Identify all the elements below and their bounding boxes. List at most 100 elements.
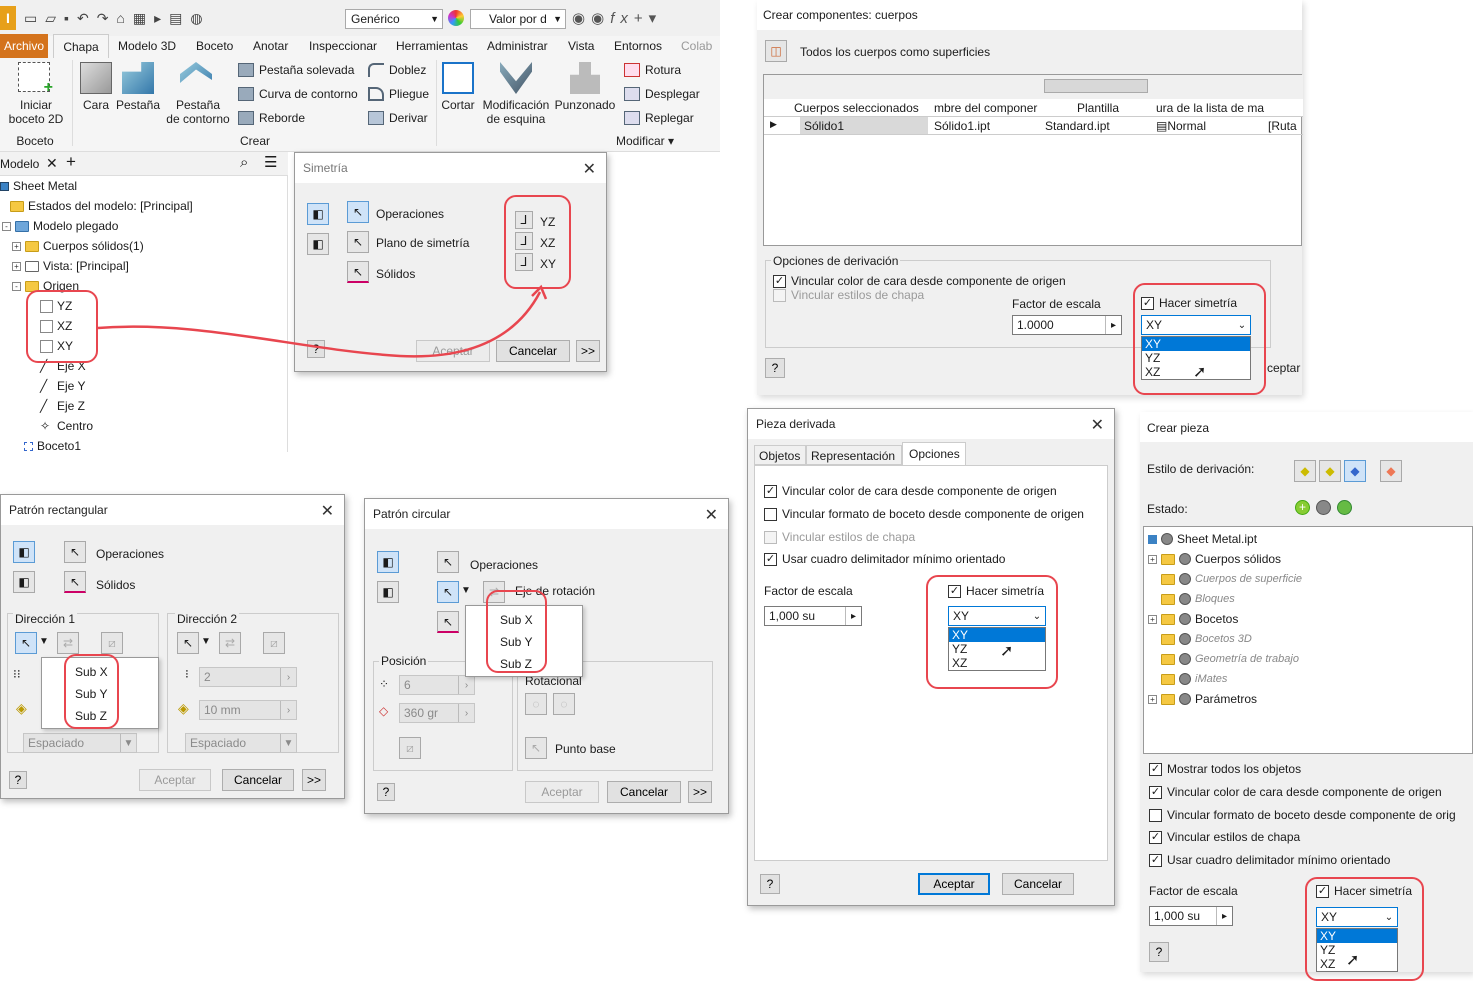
column-resize-icon[interactable]	[1044, 79, 1148, 93]
direction2-label: Dirección 2	[175, 612, 240, 626]
scale-factor-input[interactable]: 1.0000 ▸	[1012, 315, 1122, 335]
solids-select-icon[interactable]: ↖	[64, 571, 86, 593]
link-color-check[interactable]: ✓ Vincular color de cara desde componente…	[1149, 785, 1442, 799]
solids-mode-icon[interactable]: ◧	[377, 581, 399, 603]
ok-button[interactable]: Aceptar	[525, 781, 599, 803]
cancel-button[interactable]: Cancelar	[1002, 873, 1074, 895]
close-icon[interactable]: ✕	[1091, 415, 1104, 435]
angle-input[interactable]: 360 gr ›	[399, 703, 475, 723]
ok-button[interactable]: ceptar	[1267, 361, 1300, 375]
spacing-icon: ◈	[16, 700, 27, 716]
close-icon[interactable]: ✕	[321, 501, 334, 521]
midplane-icon[interactable]: ⧄	[101, 632, 123, 654]
expand-button[interactable]: >>	[688, 781, 712, 803]
derivation-style-label: Estilo de derivación:	[1147, 462, 1255, 476]
highlight-rect-menu	[64, 654, 119, 729]
style-option-4-icon[interactable]: ◆	[1380, 460, 1402, 482]
position-label: Posición	[379, 654, 429, 668]
dialog-title: Patrón circular	[373, 507, 451, 521]
axis-select-icon[interactable]: ↖	[437, 581, 459, 603]
expand-button[interactable]: >>	[302, 769, 326, 791]
dialog-title: Pieza derivada	[756, 417, 836, 431]
count2-input[interactable]: 2 ›	[199, 667, 297, 687]
table-row[interactable]: ▶ Sólido1 Sólido1.ipt Standard.ipt ▤Norm…	[764, 117, 1303, 135]
ok-button[interactable]: Aceptar	[918, 873, 990, 895]
spacing1-select[interactable]: Espaciado ▼	[23, 733, 137, 753]
help-button[interactable]: ?	[760, 874, 780, 894]
column-header[interactable]: ura de la lista de ma	[1156, 101, 1268, 115]
operations-select-icon[interactable]: ↖	[437, 551, 459, 573]
link-styles-check[interactable]: Vincular estilos de chapa	[773, 288, 924, 302]
state-exclude-icon[interactable]	[1316, 500, 1331, 515]
scale-factor-label: Factor de escala	[1012, 297, 1101, 311]
direction1-select-icon[interactable]: ↖	[15, 632, 37, 654]
tab-objetos[interactable]: Objetos	[754, 445, 806, 465]
link-sketch-format-check[interactable]: Vincular formato de boceto desde compone…	[1149, 808, 1456, 822]
tree-item[interactable]: Sheet Metal.ipt	[1148, 529, 1302, 549]
count-icon: ⁝⁝	[13, 667, 21, 681]
state-include-icon[interactable]: +	[1295, 500, 1310, 515]
flip-icon[interactable]: ⇄	[57, 632, 79, 654]
help-button[interactable]: ?	[765, 358, 785, 378]
min-bbox-check[interactable]: ✓ Usar cuadro delimitador mínimo orientad…	[1149, 853, 1390, 867]
midplane-icon[interactable]: ⧄	[399, 737, 421, 759]
column-header[interactable]: Plantilla	[1077, 101, 1119, 115]
min-bbox-check[interactable]: ✓ Usar cuadro delimitador mínimo orientad…	[764, 552, 1005, 566]
tree-item[interactable]: + Bocetos	[1148, 609, 1302, 629]
rotation-option2-icon[interactable]: ◌	[553, 693, 575, 715]
tree-item[interactable]: Geometría de trabajo	[1148, 649, 1302, 669]
close-icon[interactable]: ✕	[705, 505, 718, 525]
tree-item[interactable]: iMates	[1148, 669, 1302, 689]
midplane-icon[interactable]: ⧄	[263, 632, 285, 654]
angle-icon: ◇	[379, 704, 389, 718]
tab-representacion[interactable]: Representación	[806, 445, 902, 465]
spacing2-select[interactable]: Espaciado ▼	[185, 733, 297, 753]
help-button[interactable]: ?	[377, 783, 395, 801]
state-mixed-icon[interactable]	[1337, 500, 1352, 515]
tree-item[interactable]: Cuerpos de superficie	[1148, 569, 1302, 589]
solids-mode-icon[interactable]: ◧	[13, 571, 35, 593]
tree-item[interactable]: + Parámetros	[1148, 689, 1302, 709]
link-styles-check[interactable]: ✓ Vincular estilos de chapa	[1149, 830, 1300, 844]
derivation-options-label: Opciones de derivación	[771, 254, 901, 268]
count-input[interactable]: 6 ›	[399, 675, 475, 695]
show-all-check[interactable]: ✓ Mostrar todos los objetos	[1149, 762, 1301, 776]
style-option-3-icon[interactable]: ◆	[1344, 460, 1366, 482]
link-styles-check[interactable]: Vincular estilos de chapa	[764, 530, 915, 544]
style-option-1-icon[interactable]: ◆	[1294, 460, 1316, 482]
features-mode-icon[interactable]: ◧	[13, 541, 35, 563]
column-header[interactable]: mbre del componer	[934, 101, 1042, 115]
help-button[interactable]: ?	[9, 771, 27, 789]
tree-item[interactable]: Bloques	[1148, 589, 1302, 609]
scale-factor-input[interactable]: 1,000 su ▸	[764, 606, 862, 626]
ok-button[interactable]: Aceptar	[139, 769, 211, 791]
base-point-icon[interactable]: ↖	[525, 737, 547, 759]
link-sketch-format-check[interactable]: Vincular formato de boceto desde compone…	[764, 507, 1084, 521]
cancel-button[interactable]: Cancelar	[222, 769, 294, 791]
chevron-down-icon[interactable]: ▼	[461, 585, 471, 596]
direction2-select-icon[interactable]: ↖	[177, 632, 199, 654]
features-mode-icon[interactable]: ◧	[377, 551, 399, 573]
flip-icon[interactable]: ⇄	[219, 632, 241, 654]
tab-opciones[interactable]: Opciones	[902, 442, 966, 466]
column-header[interactable]: Cuerpos seleccionados	[794, 101, 919, 115]
surfaces-toggle-icon[interactable]: ◫	[765, 40, 787, 62]
cancel-button[interactable]: Cancelar	[607, 781, 681, 803]
operations-label: Operaciones	[470, 558, 539, 572]
operations-label: Operaciones	[96, 547, 165, 561]
scale-factor-input[interactable]: 1,000 su ▸	[1149, 906, 1233, 926]
link-color-check[interactable]: ✓ Vincular color de cara desde componente…	[773, 274, 1066, 288]
highlight-pieza-mirror	[1305, 877, 1424, 981]
chevron-down-icon[interactable]: ▼	[201, 636, 211, 647]
solids-select-icon[interactable]: ↖	[437, 611, 459, 633]
tree-item[interactable]: + Cuerpos sólidos	[1148, 549, 1302, 569]
distance2-input[interactable]: 10 mm ›	[199, 700, 297, 720]
chevron-down-icon[interactable]: ▼	[39, 636, 49, 647]
operations-select-icon[interactable]: ↖	[64, 541, 86, 563]
help-button[interactable]: ?	[1149, 942, 1169, 962]
link-color-check[interactable]: ✓ Vincular color de cara desde componente…	[764, 484, 1057, 498]
style-option-2-icon[interactable]: ◆	[1319, 460, 1341, 482]
tree-item[interactable]: Bocetos 3D	[1148, 629, 1302, 649]
highlight-derivada-mirror	[926, 575, 1058, 689]
rotation-option-icon[interactable]: ◌	[525, 693, 547, 715]
